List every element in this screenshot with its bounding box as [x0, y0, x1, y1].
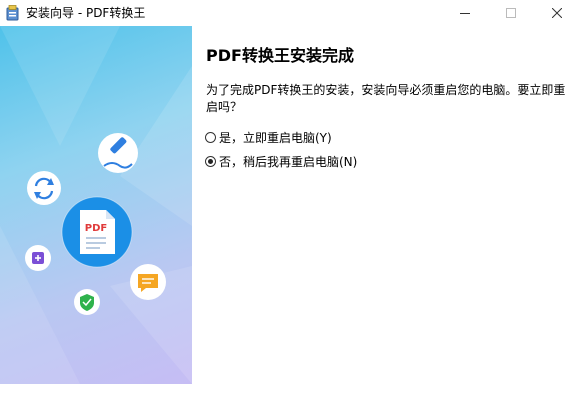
sync-icon: [27, 171, 61, 205]
pdf-document-icon: PDF: [61, 196, 133, 268]
close-icon: [552, 8, 562, 18]
bottom-strip: [0, 384, 582, 400]
title-bar[interactable]: 安装向导 - PDF转换王: [0, 0, 582, 26]
banner-illustration: PDF: [0, 26, 192, 384]
restart-later-label[interactable]: 否，稍后我再重启电脑(N): [219, 153, 357, 170]
maximize-icon: [506, 8, 516, 18]
page-title: PDF转换王安装完成: [206, 46, 354, 65]
installer-app-icon: [6, 5, 19, 21]
window-title: 安装向导 - PDF转换王: [26, 6, 146, 20]
pen-icon: [98, 133, 138, 173]
restart-now-radio[interactable]: [205, 131, 216, 143]
plus-icon: [25, 245, 51, 271]
restart-message: 为了完成PDF转换王的安装，安装向导必须重启您的电脑。要立即重启吗？: [206, 83, 566, 114]
side-banner: PDF: [0, 26, 192, 384]
shield-icon: [74, 289, 100, 315]
minimize-button[interactable]: [442, 0, 488, 26]
installer-window: 安装向导 - PDF转换王 PDF PDF转换王安装完成 为了完成PDF转换王的…: [0, 0, 582, 400]
svg-text:PDF: PDF: [85, 223, 107, 234]
message-icon: [130, 264, 166, 300]
restart-now-option[interactable]: 是，立即重启电脑(Y): [205, 129, 332, 145]
restart-later-option[interactable]: 否，稍后我再重启电脑(N): [205, 153, 357, 169]
restart-later-radio[interactable]: [205, 155, 216, 167]
restart-now-label[interactable]: 是，立即重启电脑(Y): [219, 129, 332, 146]
close-button[interactable]: [534, 0, 580, 26]
minimize-icon: [460, 13, 470, 14]
content-panel: PDF转换王安装完成 为了完成PDF转换王的安装，安装向导必须重启您的电脑。要立…: [192, 26, 582, 384]
maximize-button[interactable]: [488, 0, 534, 26]
